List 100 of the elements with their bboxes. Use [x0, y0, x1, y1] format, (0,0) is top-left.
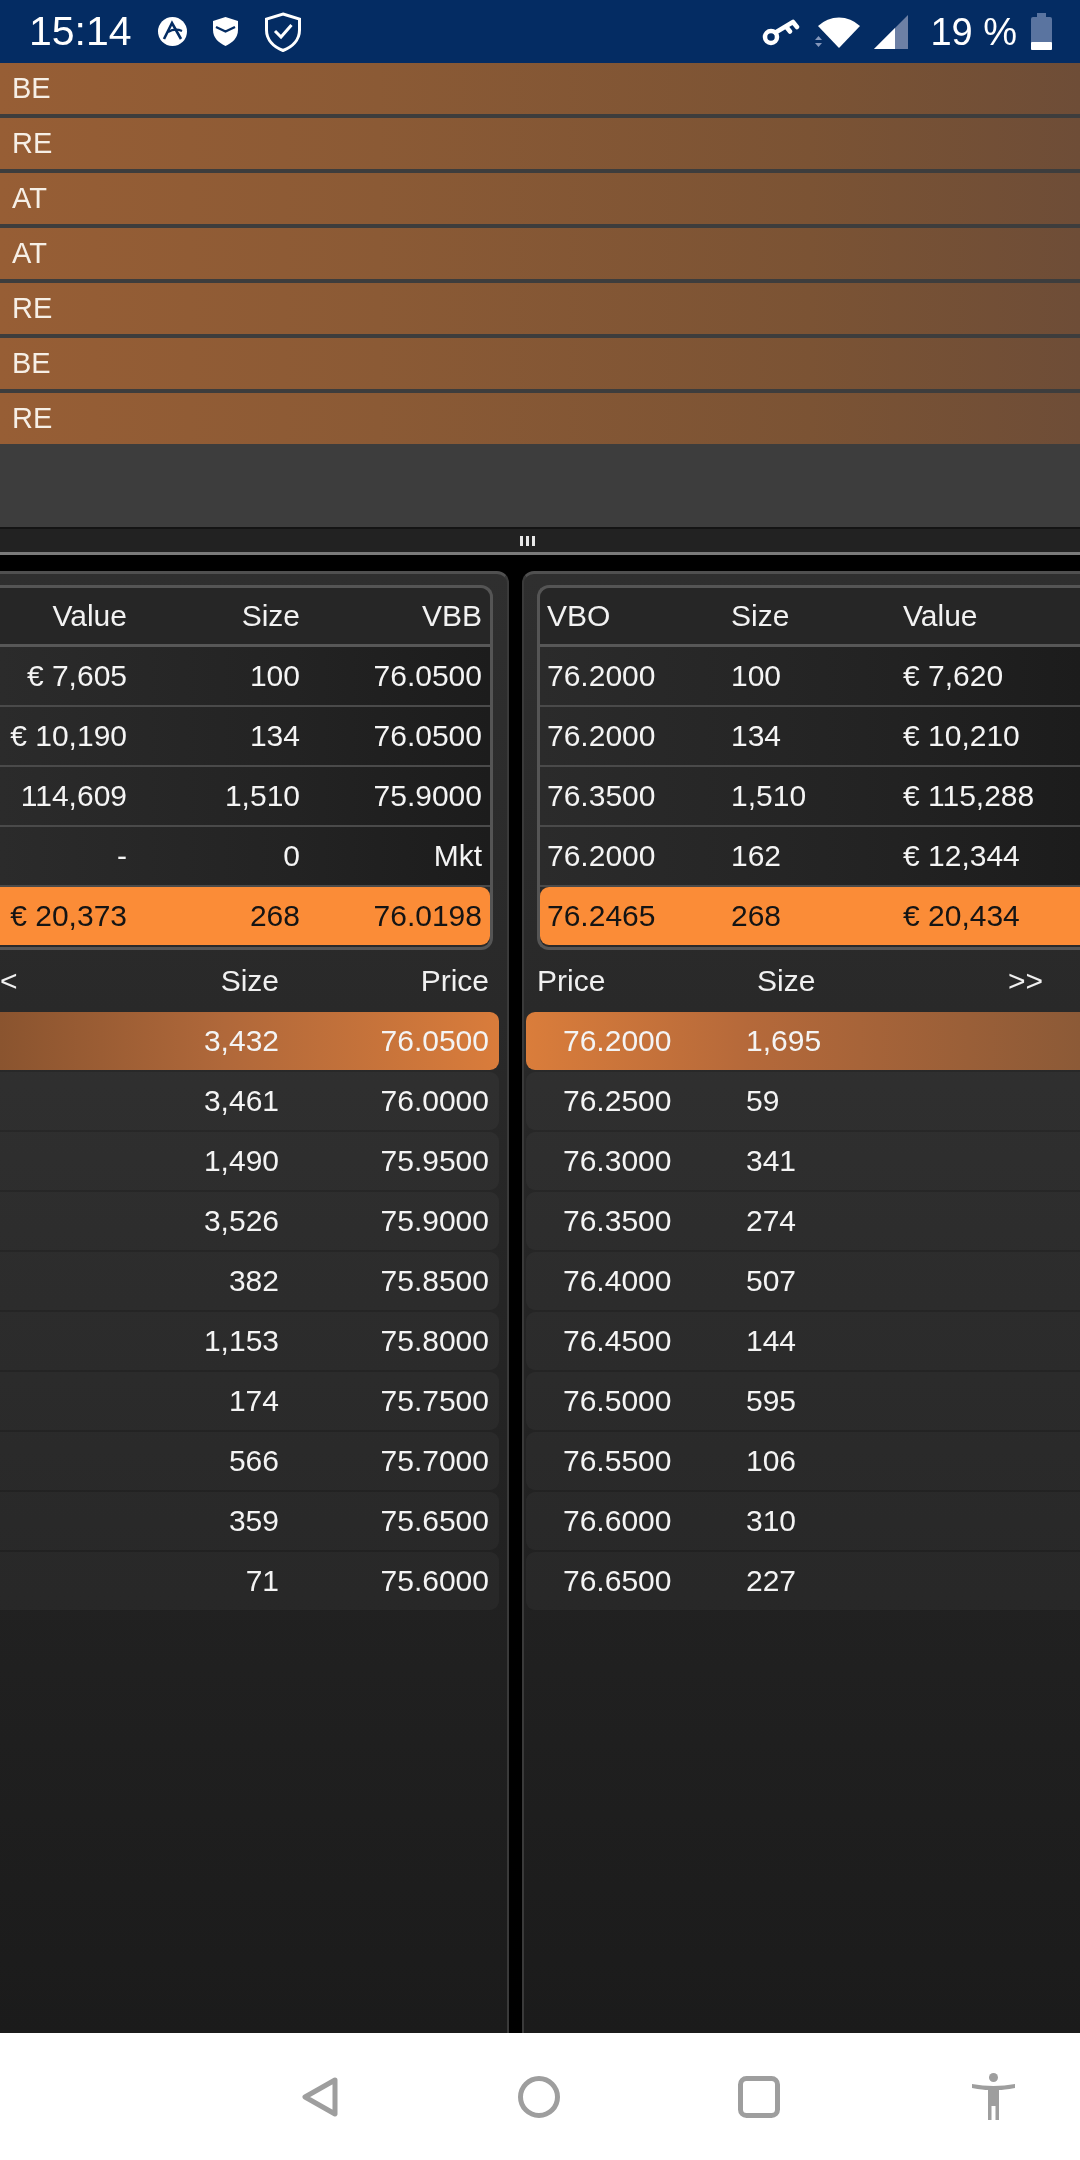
grip-handle-icon[interactable]: [519, 535, 535, 546]
table-cell-text: 595: [746, 1383, 798, 1419]
table-cell-text: 144: [746, 1323, 798, 1359]
table-cell-text: 76.2000: [546, 838, 657, 874]
table-cell-text: € 10,210: [902, 718, 1021, 754]
column-header: Size: [219, 963, 280, 999]
table-cell-text: 134: [730, 718, 783, 754]
table-cell-text: 76.4500: [562, 1323, 673, 1359]
table-cell-text: 76.2000: [562, 1023, 673, 1059]
back-icon[interactable]: [300, 2075, 340, 2118]
table-cell-text: 76.0500: [379, 1023, 490, 1059]
list-item[interactable]: AT: [0, 173, 1080, 224]
table-cell-text: 341: [746, 1143, 798, 1179]
column-header: Price: [419, 963, 490, 999]
key-icon: [762, 17, 801, 46]
clock-time: 15:14: [29, 11, 132, 52]
table-cell-text: € 7,605: [25, 658, 128, 694]
table-cell-text: 75.7000: [379, 1443, 490, 1479]
table-cell-text: 3,432: [202, 1023, 280, 1059]
table-cell-text: 76.2465: [546, 898, 657, 934]
table-cell-text: 75.6000: [379, 1563, 490, 1599]
column-header: Value: [902, 598, 979, 634]
table-cell-text: 76.3500: [546, 778, 657, 814]
shield-check-icon: [263, 11, 302, 52]
table-cell-text: 1,153: [202, 1323, 280, 1359]
table-cell-text: 174: [227, 1383, 280, 1419]
table-cell-text: 1,510: [223, 778, 301, 814]
table-cell-text: 59: [746, 1083, 781, 1119]
table-cell-text: 76.0500: [372, 718, 483, 754]
table-cell-text: 382: [227, 1263, 280, 1299]
table-cell-text: -: [116, 838, 128, 874]
table-cell-text: 76.0198: [372, 898, 483, 934]
table-cell-text: € 20,434: [902, 898, 1021, 934]
table-cell-text: € 20,373: [9, 898, 128, 934]
table-cell-text: 274: [746, 1203, 798, 1239]
table-cell-text: € 12,344: [902, 838, 1021, 874]
column-header: Size: [756, 963, 817, 999]
column-header: VBO: [546, 598, 612, 634]
table-cell-text: 114,609: [19, 778, 128, 814]
column-header: Value: [51, 598, 128, 634]
table-cell-text: 268: [730, 898, 783, 934]
table-cell-text: 227: [746, 1563, 798, 1599]
table-cell-text: 310: [746, 1503, 798, 1539]
list-item[interactable]: RE: [0, 118, 1080, 169]
table-cell-text: 76.2000: [546, 658, 657, 694]
table-cell-text: Mkt: [432, 838, 483, 874]
list-item[interactable]: RE: [0, 393, 1080, 444]
table-cell-text: 76.5500: [562, 1443, 673, 1479]
table-cell-text: 507: [746, 1263, 798, 1299]
accessibility-icon[interactable]: [972, 2073, 1015, 2120]
table-cell-text: 76.5000: [562, 1383, 673, 1419]
column-header: Size: [730, 598, 791, 634]
table-cell-text: 1,510: [730, 778, 808, 814]
table-cell-text: 134: [248, 718, 301, 754]
table-cell-text: 566: [227, 1443, 280, 1479]
table-cell-text: 75.8500: [379, 1263, 490, 1299]
signal-icon: [874, 14, 909, 49]
column-header: Price: [536, 963, 607, 999]
home-icon[interactable]: [518, 2075, 560, 2118]
list-item[interactable]: BE: [0, 338, 1080, 389]
table-cell-text: 162: [730, 838, 783, 874]
previous-button[interactable]: <: [0, 963, 18, 999]
table-cell-text: € 10,190: [9, 718, 128, 754]
table-cell-text: 76.0000: [379, 1083, 490, 1119]
table-cell-text: 1,490: [202, 1143, 280, 1179]
wifi-icon: [814, 14, 861, 49]
table-cell-text: 100: [730, 658, 783, 694]
table-cell-text: 76.3500: [562, 1203, 673, 1239]
table-cell-text: 76.2000: [546, 718, 657, 754]
table-cell-text: € 115,288: [902, 778, 1036, 814]
table-cell-text: 359: [227, 1503, 280, 1539]
table-cell-text: 75.6500: [379, 1503, 490, 1539]
list-item[interactable]: AT: [0, 228, 1080, 279]
column-header: VBB: [420, 598, 483, 634]
column-header: Size: [240, 598, 301, 634]
battery-percentage: 19 %: [930, 12, 1017, 51]
table-cell-text: 75.8000: [379, 1323, 490, 1359]
list-item[interactable]: BE: [0, 63, 1080, 114]
list-item[interactable]: RE: [0, 283, 1080, 334]
table-cell-text: 76.6500: [562, 1563, 673, 1599]
table-cell-text: 75.7500: [379, 1383, 490, 1419]
next-button[interactable]: >>: [1007, 963, 1043, 999]
table-cell-text: 76.4000: [562, 1263, 673, 1299]
table-cell-text: 76.6000: [562, 1503, 673, 1539]
table-cell-text: 3,461: [202, 1083, 280, 1119]
table-cell-text: 1,695: [746, 1023, 823, 1059]
battery-icon: [1031, 13, 1052, 50]
table-cell-text: 76.0500: [372, 658, 483, 694]
table-cell-text: 75.9000: [372, 778, 483, 814]
shield-icon: [212, 17, 238, 46]
recents-icon[interactable]: [738, 2075, 780, 2118]
table-cell-text: 76.2500: [562, 1083, 673, 1119]
table-cell-text: 106: [746, 1443, 798, 1479]
table-cell-text: 76.3000: [562, 1143, 673, 1179]
table-cell-text: 100: [248, 658, 301, 694]
table-cell-text: 71: [244, 1563, 280, 1599]
table-cell-text: 268: [248, 898, 301, 934]
table-cell-text: 75.9500: [379, 1143, 490, 1179]
table-cell-text: € 7,620: [902, 658, 1005, 694]
table-cell-text: 3,526: [202, 1203, 280, 1239]
